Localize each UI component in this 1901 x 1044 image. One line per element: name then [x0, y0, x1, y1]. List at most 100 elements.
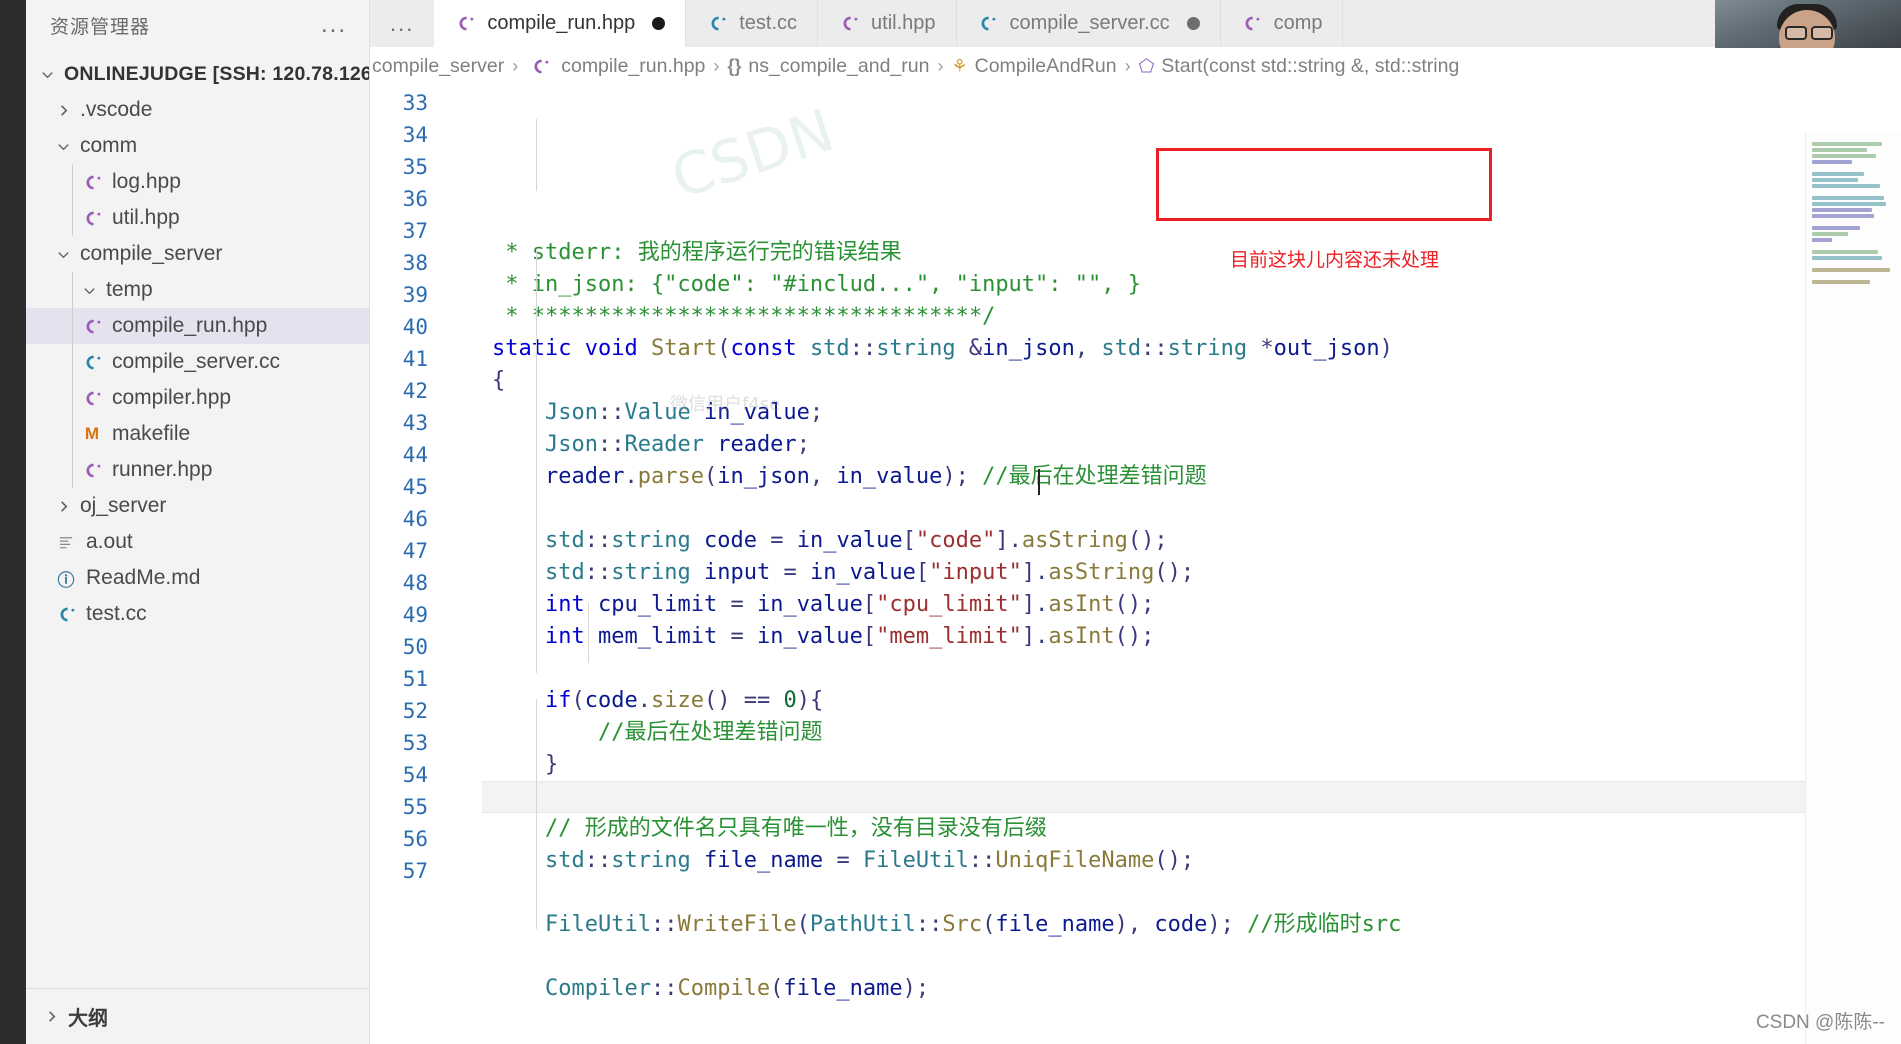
breadcrumb-item-4[interactable]: ⬠ Start(const std::string &, std::string	[1139, 55, 1460, 78]
code-line[interactable]: {	[482, 365, 1901, 397]
tab-compile-server-cc[interactable]: compile_server.cc	[956, 0, 1221, 47]
chevron-right-icon	[52, 499, 74, 514]
tab-util-hpp[interactable]: util.hpp	[818, 0, 957, 47]
code-line[interactable]: int mem_limit = in_value["mem_limit"].as…	[482, 621, 1901, 653]
csdn-footer-watermark: CSDN @陈陈--	[1755, 1012, 1885, 1033]
minimap-line	[1812, 226, 1860, 230]
tab-test-cc[interactable]: test.cc	[686, 0, 819, 47]
method-icon: ⬠	[1138, 55, 1155, 76]
chevron-down-icon	[52, 247, 74, 262]
webcam-overlay	[1715, 0, 1901, 48]
tree-item-makefile[interactable]: Mmakefile	[26, 416, 369, 452]
tree-item-runner-hpp[interactable]: runner.hpp	[26, 452, 369, 488]
minimap-line	[1812, 178, 1858, 182]
tree-item-compiler-hpp[interactable]: compiler.hpp	[26, 380, 369, 416]
code-line[interactable]	[482, 493, 1901, 525]
breadcrumb-item-2[interactable]: {} ns_compile_and_run	[727, 55, 929, 78]
tree-root-onlinejudge[interactable]: ONLINEJUDGE [SSH: 120.78.126.148]	[26, 56, 369, 92]
tree-item-label: a.out	[86, 530, 133, 553]
unsaved-indicator-icon[interactable]	[652, 17, 666, 30]
tab-label: comp	[1273, 12, 1323, 34]
code-line[interactable]: }	[482, 749, 1901, 781]
fold-gutter[interactable]	[442, 85, 482, 1044]
code-line[interactable]: FileUtil::WriteFile(PathUtil::Src(file_n…	[482, 909, 1901, 941]
code-line[interactable]: // 形成的文件名只具有唯一性，没有目录没有后缀	[482, 813, 1901, 845]
tree-item-label: makefile	[112, 422, 191, 445]
breadcrumb-label: compile_run.hpp	[561, 54, 706, 77]
tree-item-label: runner.hpp	[112, 458, 213, 481]
tree-item-compile-server-cc[interactable]: compile_server.cc	[26, 344, 369, 380]
indent-guide	[588, 603, 589, 663]
code-line[interactable]: Compiler::Compile(file_name);	[482, 973, 1901, 1005]
cpp-file-icon	[78, 389, 106, 408]
tab-comp[interactable]: comp	[1220, 0, 1344, 47]
tree-item--vscode[interactable]: .vscode	[26, 92, 369, 128]
line-number: 48	[402, 571, 428, 595]
code-line[interactable]	[482, 941, 1901, 973]
info-icon: ⓘ	[57, 570, 75, 590]
cpp-file-icon	[78, 461, 106, 480]
code-line[interactable]: std::string code = in_value["code"].asSt…	[482, 525, 1901, 557]
code-line[interactable]	[482, 877, 1901, 909]
tree-item-compile-server[interactable]: compile_server	[26, 236, 369, 272]
breadcrumb-item-1[interactable]: compile_run.hpp	[526, 55, 705, 78]
tree-item-comm[interactable]: comm	[26, 128, 369, 164]
code-line[interactable]: Json::Reader reader;	[482, 429, 1901, 461]
tree-item-log-hpp[interactable]: log.hpp	[26, 164, 369, 200]
tree-item-readme-md[interactable]: ⓘ ReadMe.md	[26, 560, 369, 596]
code-line[interactable]: std::string file_name = FileUtil::UniqFi…	[482, 845, 1901, 877]
line-number: 37	[402, 219, 428, 243]
explorer-header: 资源管理器 ...	[26, 0, 369, 50]
tree-root-label: ONLINEJUDGE [SSH: 120.78.126.148]	[64, 62, 369, 85]
code-line[interactable]: //最后在处理差错问题	[482, 717, 1901, 749]
line-number: 41	[402, 347, 428, 371]
tree-item-temp[interactable]: temp	[26, 272, 369, 308]
code-line[interactable]	[482, 781, 1901, 813]
cpp-file-icon	[78, 317, 106, 336]
code-line[interactable]: Json::Value in_value;	[482, 397, 1901, 429]
line-number: 34	[402, 123, 428, 147]
line-number: 36	[402, 187, 428, 211]
cpp-file-icon	[454, 14, 476, 33]
code-line[interactable]: * **********************************/	[482, 301, 1901, 333]
outline-section-header[interactable]: 大纲	[26, 988, 369, 1044]
code-line[interactable]: reader.parse(in_json, in_value); //最后在处理…	[482, 461, 1901, 493]
text-cursor	[1038, 469, 1040, 495]
tab-label: compile_run.hpp	[487, 12, 636, 34]
namespace-icon: {}	[727, 55, 742, 76]
code-content[interactable]: * stderr: 我的程序运行完的错误结果 * in_json: {"code…	[482, 85, 1901, 1044]
code-line[interactable]: if(code.size() == 0){	[482, 685, 1901, 717]
code-line[interactable]: std::string input = in_value["input"].as…	[482, 557, 1901, 589]
tree-item-oj-server[interactable]: oj_server	[26, 488, 369, 524]
code-line[interactable]: * in_json: {"code": "#includ...", "input…	[482, 269, 1901, 301]
indent-guide	[536, 119, 537, 191]
tree-item-a-out[interactable]: a.out	[26, 524, 369, 560]
tabs-overflow-button[interactable]: ...	[370, 0, 435, 47]
code-line[interactable]: static void Start(const std::string &in_…	[482, 333, 1901, 365]
tree-item-util-hpp[interactable]: util.hpp	[26, 200, 369, 236]
breadcrumb-item-0[interactable]: compile_server	[372, 55, 504, 78]
explorer-more-actions-button[interactable]: ...	[317, 13, 351, 37]
code-line[interactable]: * stderr: 我的程序运行完的错误结果	[482, 237, 1901, 269]
tree-item-test-cc[interactable]: test.cc	[26, 596, 369, 632]
tree-item-label: ReadMe.md	[86, 566, 201, 589]
minimap-line	[1812, 202, 1886, 206]
minimap[interactable]	[1805, 132, 1901, 1044]
cpp-file-icon	[52, 605, 80, 624]
line-number: 45	[402, 475, 428, 499]
activity-bar[interactable]	[0, 0, 26, 1044]
tree-item-compile-run-hpp[interactable]: compile_run.hpp	[26, 308, 369, 344]
tab-label: test.cc	[739, 12, 798, 34]
breadcrumb-item-3[interactable]: ⚘ CompileAndRun	[951, 55, 1116, 78]
cpp-file-icon	[78, 173, 106, 192]
unsaved-indicator-icon[interactable]	[1186, 17, 1200, 30]
code-line[interactable]: int cpu_limit = in_value["cpu_limit"].as…	[482, 589, 1901, 621]
code-editor[interactable]: 33 34 35 36 37 38 39 40 41 42 43 44 45 46 47 48 49 50 51 52…	[370, 85, 1901, 1044]
code-line[interactable]	[482, 653, 1901, 685]
tab-compile-run-hpp[interactable]: compile_run.hpp	[434, 0, 687, 47]
minimap-line	[1812, 184, 1880, 188]
glasses-icon	[1785, 26, 1807, 40]
code-line[interactable]	[482, 1005, 1901, 1037]
line-number: 57	[402, 859, 428, 883]
line-number: 35	[402, 155, 428, 179]
